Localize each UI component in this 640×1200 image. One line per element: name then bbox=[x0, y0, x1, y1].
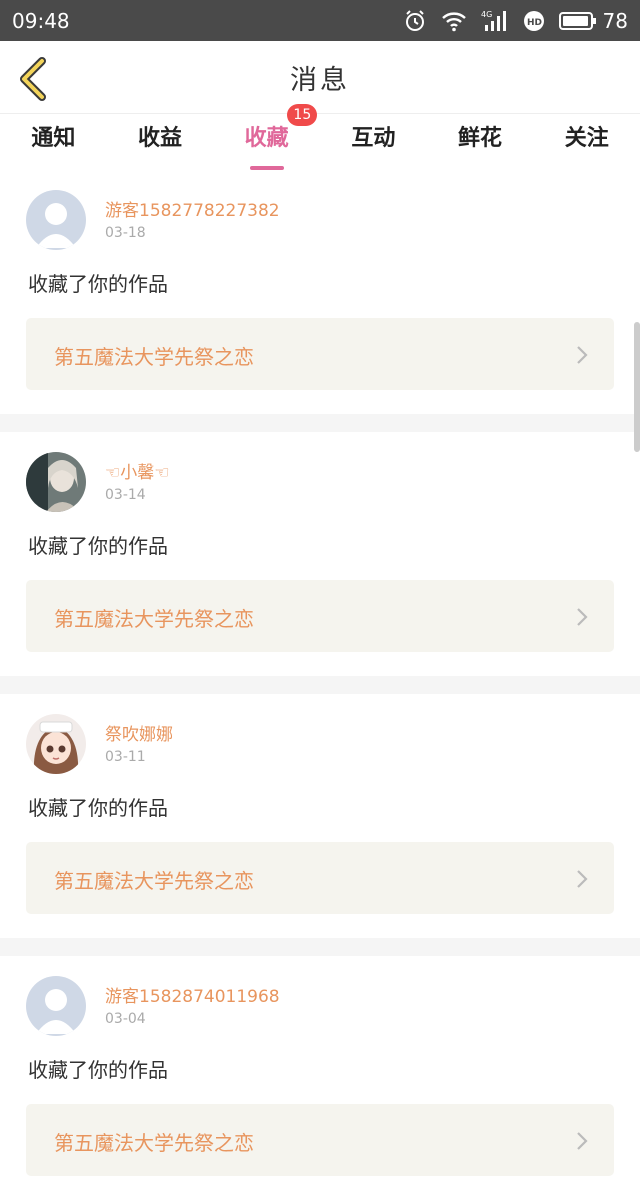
message-text: 收藏了你的作品 bbox=[28, 796, 168, 820]
doll-avatar-icon bbox=[26, 452, 86, 512]
svg-text:HD: HD bbox=[527, 18, 542, 28]
message-text: 收藏了你的作品 bbox=[28, 534, 168, 558]
chevron-right-icon bbox=[577, 870, 588, 888]
battery-level: 78 bbox=[602, 8, 628, 33]
chevron-right-icon bbox=[577, 346, 588, 364]
avatar[interactable] bbox=[26, 190, 86, 250]
work-title: 第五魔法大学先祭之恋 bbox=[54, 869, 254, 893]
tab-label: 收益 bbox=[138, 126, 183, 151]
work-title: 第五魔法大学先祭之恋 bbox=[54, 1131, 254, 1155]
unread-badge: 15 bbox=[287, 104, 318, 126]
divider bbox=[0, 676, 640, 694]
message-list: 游客1582778227382 03-18 收藏了你的作品 第五魔法大学先祭之恋… bbox=[0, 170, 640, 1200]
avatar[interactable] bbox=[26, 714, 86, 774]
page-title: 消息 bbox=[290, 64, 350, 96]
message-date: 03-14 bbox=[105, 487, 146, 503]
avatar[interactable] bbox=[26, 976, 86, 1036]
tab-favorites[interactable]: 收藏 15 bbox=[213, 104, 320, 170]
tab-label: 互动 bbox=[351, 126, 396, 151]
message-text: 收藏了你的作品 bbox=[28, 272, 168, 296]
work-link[interactable]: 第五魔法大学先祭之恋 bbox=[26, 1104, 614, 1176]
default-avatar-icon bbox=[26, 976, 86, 1036]
message-card: ☜小馨☜ 03-14 收藏了你的作品 第五魔法大学先祭之恋 bbox=[0, 432, 640, 676]
signal-icon: 4G bbox=[481, 9, 509, 33]
username[interactable]: 祭吹娜娜 bbox=[105, 720, 173, 745]
message-card: 游客1582778227382 03-18 收藏了你的作品 第五魔法大学先祭之恋 bbox=[0, 170, 640, 414]
tab-follows[interactable]: 关注 bbox=[533, 118, 640, 170]
chevron-right-icon bbox=[577, 1132, 588, 1150]
header: 消息 bbox=[0, 41, 640, 114]
work-link[interactable]: 第五魔法大学先祭之恋 bbox=[26, 842, 614, 914]
default-avatar-icon bbox=[26, 190, 86, 250]
status-time: 09:48 bbox=[12, 8, 70, 33]
status-icons: 4G HD 78 bbox=[403, 9, 628, 33]
wifi-icon bbox=[441, 10, 467, 32]
message-text: 收藏了你的作品 bbox=[28, 1058, 168, 1082]
avatar[interactable] bbox=[26, 452, 86, 512]
message-date: 03-04 bbox=[105, 1011, 146, 1027]
work-title: 第五魔法大学先祭之恋 bbox=[54, 345, 254, 369]
status-bar: 09:48 4G HD 78 bbox=[0, 0, 640, 41]
message-date: 03-11 bbox=[105, 749, 146, 765]
hd-icon: HD bbox=[523, 10, 545, 32]
message-date: 03-18 bbox=[105, 225, 146, 241]
tab-label: 关注 bbox=[564, 126, 609, 151]
tab-interactions[interactable]: 互动 bbox=[320, 118, 427, 170]
tab-label: 鲜花 bbox=[458, 126, 503, 151]
tab-label: 通知 bbox=[31, 126, 76, 151]
tab-earnings[interactable]: 收益 bbox=[107, 118, 214, 170]
message-card: 游客1582874011968 03-04 收藏了你的作品 第五魔法大学先祭之恋 bbox=[0, 956, 640, 1200]
battery-icon bbox=[558, 11, 596, 30]
tab-notifications[interactable]: 通知 bbox=[0, 118, 107, 170]
tab-bar: 通知 收益 收藏 15 互动 鲜花 关注 bbox=[0, 104, 640, 170]
work-link[interactable]: 第五魔法大学先祭之恋 bbox=[26, 318, 614, 390]
username[interactable]: ☜小馨☜ bbox=[105, 458, 169, 483]
username[interactable]: 游客1582874011968 bbox=[105, 982, 280, 1007]
battery-indicator: 78 bbox=[558, 8, 628, 33]
anime-girl-avatar-icon bbox=[26, 714, 86, 774]
chevron-right-icon bbox=[577, 608, 588, 626]
scrollbar[interactable] bbox=[634, 322, 640, 452]
tab-flowers[interactable]: 鲜花 bbox=[427, 118, 534, 170]
back-button[interactable] bbox=[16, 57, 50, 101]
work-title: 第五魔法大学先祭之恋 bbox=[54, 607, 254, 631]
chevron-left-icon bbox=[20, 57, 46, 101]
tab-label: 收藏 bbox=[244, 126, 289, 151]
divider bbox=[0, 414, 640, 432]
username[interactable]: 游客1582778227382 bbox=[105, 196, 280, 221]
work-link[interactable]: 第五魔法大学先祭之恋 bbox=[26, 580, 614, 652]
svg-text:4G: 4G bbox=[481, 10, 492, 19]
divider bbox=[0, 938, 640, 956]
alarm-icon bbox=[403, 9, 427, 33]
message-card: 祭吹娜娜 03-11 收藏了你的作品 第五魔法大学先祭之恋 bbox=[0, 694, 640, 938]
